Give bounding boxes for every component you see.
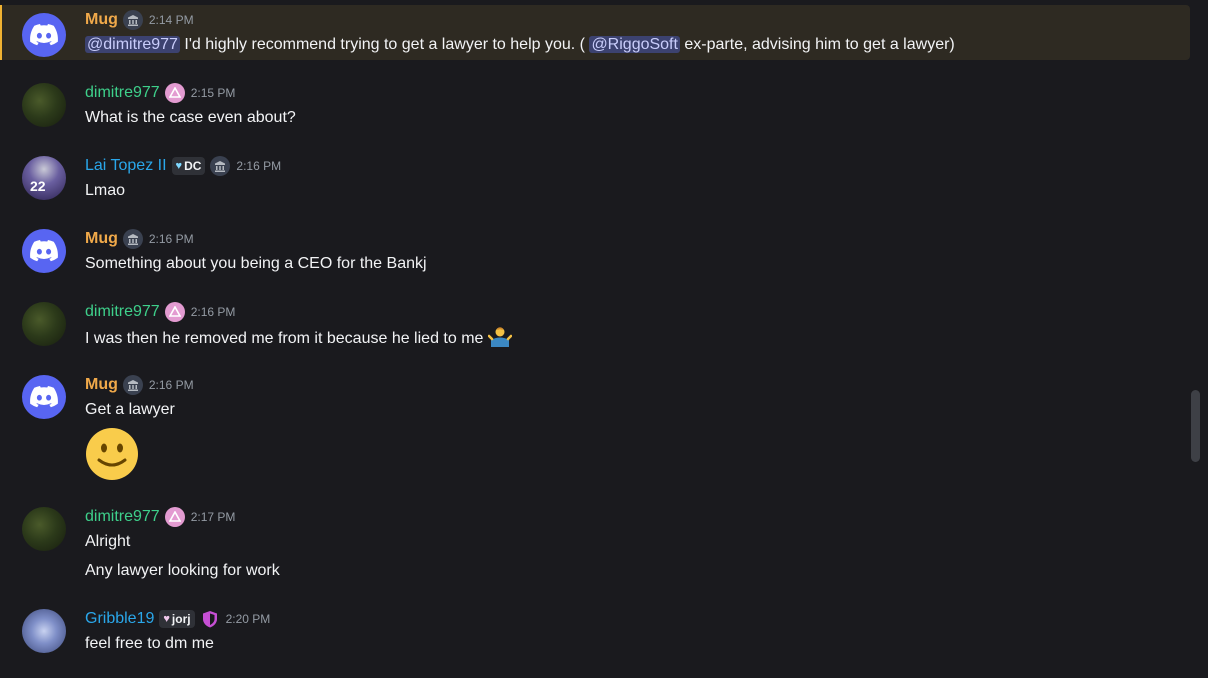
username[interactable]: Gribble19 (85, 610, 154, 628)
message-dimitre[interactable]: dimitre977 2:17 PM Alright Any lawyer lo… (0, 502, 1188, 592)
user-mention[interactable]: @dimitre977 (85, 36, 180, 53)
message-header: dimitre977 2:15 PM (85, 82, 235, 104)
avatar[interactable] (22, 229, 66, 273)
triangle-badge-icon[interactable] (164, 83, 185, 103)
message-gribble[interactable]: Gribble19 ♥ jorj 2:20 PM feel free to dm … (0, 604, 1188, 664)
timestamp[interactable]: 2:20 PM (226, 612, 271, 626)
message-content: @dimitre977 I'd highly recommend trying … (85, 34, 955, 56)
avatar[interactable] (22, 375, 66, 419)
timestamp[interactable]: 2:16 PM (191, 305, 236, 319)
message-header: Mug 2:14 PM (85, 9, 194, 31)
username[interactable]: dimitre977 (85, 84, 160, 102)
discord-logo-icon (30, 240, 58, 262)
timestamp[interactable]: 2:16 PM (236, 159, 281, 173)
message-text: Any lawyer looking for work (85, 562, 280, 579)
government-building-icon[interactable] (122, 375, 143, 395)
timestamp[interactable]: 2:16 PM (149, 378, 194, 392)
server-tag[interactable]: ♥ DC (171, 157, 206, 175)
triangle-badge-icon[interactable] (164, 507, 185, 527)
discord-logo-icon (30, 386, 58, 408)
message-text: feel free to dm me (85, 635, 214, 652)
message-mug[interactable]: Mug 2:16 PM Something about you being a … (0, 224, 1188, 284)
message-dimitre[interactable]: dimitre977 2:16 PM I was then he removed… (0, 297, 1188, 357)
message-text: Alright (85, 533, 131, 550)
message-text: Lmao (85, 182, 126, 199)
message-header: Lai Topez II ♥ DC 2:16 PM (85, 155, 281, 177)
message-mug-highlighted[interactable]: Mug 2:14 PM @dimitre977 I'd highly recom… (0, 5, 1190, 60)
heart-icon: ♥ (163, 613, 170, 625)
timestamp[interactable]: 2:15 PM (191, 86, 236, 100)
avatar[interactable] (22, 13, 66, 57)
message-lai[interactable]: 22 Lai Topez II ♥ DC 2:16 PM Lmao (0, 151, 1188, 211)
jersey-number: 22 (30, 178, 46, 194)
username[interactable]: Lai Topez II (85, 157, 167, 175)
scrollbar[interactable] (1191, 390, 1200, 462)
message-header: dimitre977 2:17 PM (85, 506, 235, 528)
timestamp[interactable]: 2:17 PM (191, 510, 236, 524)
slightly-smiling-face-emoji[interactable] (85, 427, 139, 481)
message-content: I was then he removed me from it because… (85, 326, 513, 350)
message-text: Get a lawyer (85, 401, 175, 418)
username[interactable]: dimitre977 (85, 303, 160, 321)
message-dimitre[interactable]: dimitre977 2:15 PM What is the case even… (0, 78, 1188, 138)
message-header: Mug 2:16 PM (85, 374, 194, 396)
government-building-icon[interactable] (210, 156, 231, 176)
avatar[interactable] (22, 302, 66, 346)
message-header: dimitre977 2:16 PM (85, 301, 235, 323)
username[interactable]: dimitre977 (85, 508, 160, 526)
shield-icon[interactable] (200, 609, 220, 629)
timestamp[interactable]: 2:16 PM (149, 232, 194, 246)
message-text: ex-parte, advising him to get a lawyer) (679, 36, 955, 53)
avatar[interactable]: 22 (22, 156, 66, 200)
triangle-badge-icon[interactable] (164, 302, 185, 322)
avatar[interactable] (22, 609, 66, 653)
government-building-icon[interactable] (122, 10, 143, 30)
avatar[interactable] (22, 83, 66, 127)
message-text: What is the case even about? (85, 109, 296, 126)
username[interactable]: Mug (85, 11, 118, 29)
message-mug[interactable]: Mug 2:16 PM Get a lawyer (0, 370, 1188, 490)
chat-messages: Mug 2:14 PM @dimitre977 I'd highly recom… (0, 0, 1208, 678)
message-header: Gribble19 ♥ jorj 2:20 PM (85, 608, 270, 630)
message-text: Something about you being a CEO for the … (85, 255, 427, 272)
discord-logo-icon (30, 24, 58, 46)
heart-icon: ♥ (175, 160, 183, 172)
message-text: I was then he removed me from it because… (85, 330, 484, 347)
username[interactable]: Mug (85, 376, 118, 394)
message-text: I'd highly recommend trying to get a law… (179, 36, 590, 53)
person-shrugging-emoji (487, 327, 513, 347)
avatar[interactable] (22, 507, 66, 551)
message-header: Mug 2:16 PM (85, 228, 194, 250)
username[interactable]: Mug (85, 230, 118, 248)
government-building-icon[interactable] (122, 229, 143, 249)
server-tag[interactable]: ♥ jorj (159, 610, 195, 628)
timestamp[interactable]: 2:14 PM (149, 13, 194, 27)
user-mention[interactable]: @RiggoSoft (589, 36, 680, 53)
